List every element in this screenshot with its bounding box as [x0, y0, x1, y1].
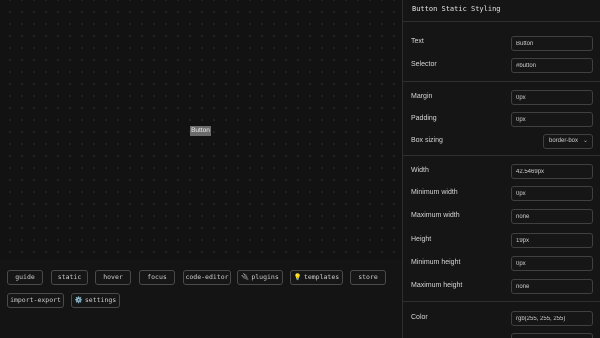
toolbar: guide static hover focus code-editor 🔌 pl… [0, 260, 402, 338]
code-editor-button[interactable]: code-editor [183, 270, 231, 285]
preview-button[interactable]: Button [190, 126, 211, 136]
box-sizing-select[interactable]: border-box ⌄ [543, 134, 593, 149]
min-width-input[interactable] [511, 186, 593, 201]
height-input[interactable] [511, 233, 593, 248]
plugins-label: plugins [251, 273, 279, 281]
store-button[interactable]: store [350, 270, 386, 285]
plug-icon: 🔌 [241, 273, 250, 281]
text-input[interactable] [511, 36, 593, 51]
settings-button[interactable]: ⚙️ settings [71, 293, 120, 308]
max-width-input[interactable] [511, 209, 593, 224]
next-field-input[interactable] [511, 333, 593, 338]
color-input[interactable] [511, 311, 593, 326]
divider [403, 301, 600, 302]
padding-label: Padding [411, 115, 437, 122]
divider [403, 155, 600, 156]
divider [403, 21, 600, 22]
width-input[interactable] [511, 164, 593, 179]
templates-label: templates [303, 273, 340, 281]
focus-button[interactable]: focus [139, 270, 175, 285]
preview-canvas: Button [0, 0, 402, 260]
plugins-button[interactable]: 🔌 plugins [237, 270, 283, 285]
selector-label: Selector [411, 61, 437, 68]
max-width-label: Maximum width [411, 212, 460, 219]
import-export-button[interactable]: import-export [7, 293, 64, 308]
hover-button[interactable]: hover [95, 270, 131, 285]
selector-input[interactable] [511, 58, 593, 73]
templates-button[interactable]: 💡 templates [290, 270, 343, 285]
panel-title: Button Static Styling [412, 5, 501, 13]
color-label: Color [411, 314, 428, 321]
min-width-label: Minimum width [411, 189, 458, 196]
styling-panel: Button Static Styling Text Selector Marg… [402, 0, 600, 338]
box-sizing-label: Box sizing [411, 137, 443, 144]
text-label: Text [411, 38, 424, 45]
settings-label: settings [84, 296, 117, 304]
height-label: Height [411, 236, 432, 243]
padding-input[interactable] [511, 112, 593, 127]
chevron-down-icon: ⌄ [582, 138, 588, 144]
lightbulb-icon: 💡 [293, 273, 302, 281]
margin-label: Margin [411, 93, 433, 100]
static-button[interactable]: static [51, 270, 88, 285]
margin-input[interactable] [511, 90, 593, 105]
divider [403, 81, 600, 82]
width-label: Width [411, 167, 429, 174]
guide-button[interactable]: guide [7, 270, 43, 285]
max-height-label: Maximum height [411, 282, 463, 289]
gear-icon: ⚙️ [74, 296, 83, 304]
min-height-input[interactable] [511, 256, 593, 271]
box-sizing-value: border-box [549, 138, 579, 144]
min-height-label: Minimum height [411, 259, 461, 266]
max-height-input[interactable] [511, 279, 593, 294]
